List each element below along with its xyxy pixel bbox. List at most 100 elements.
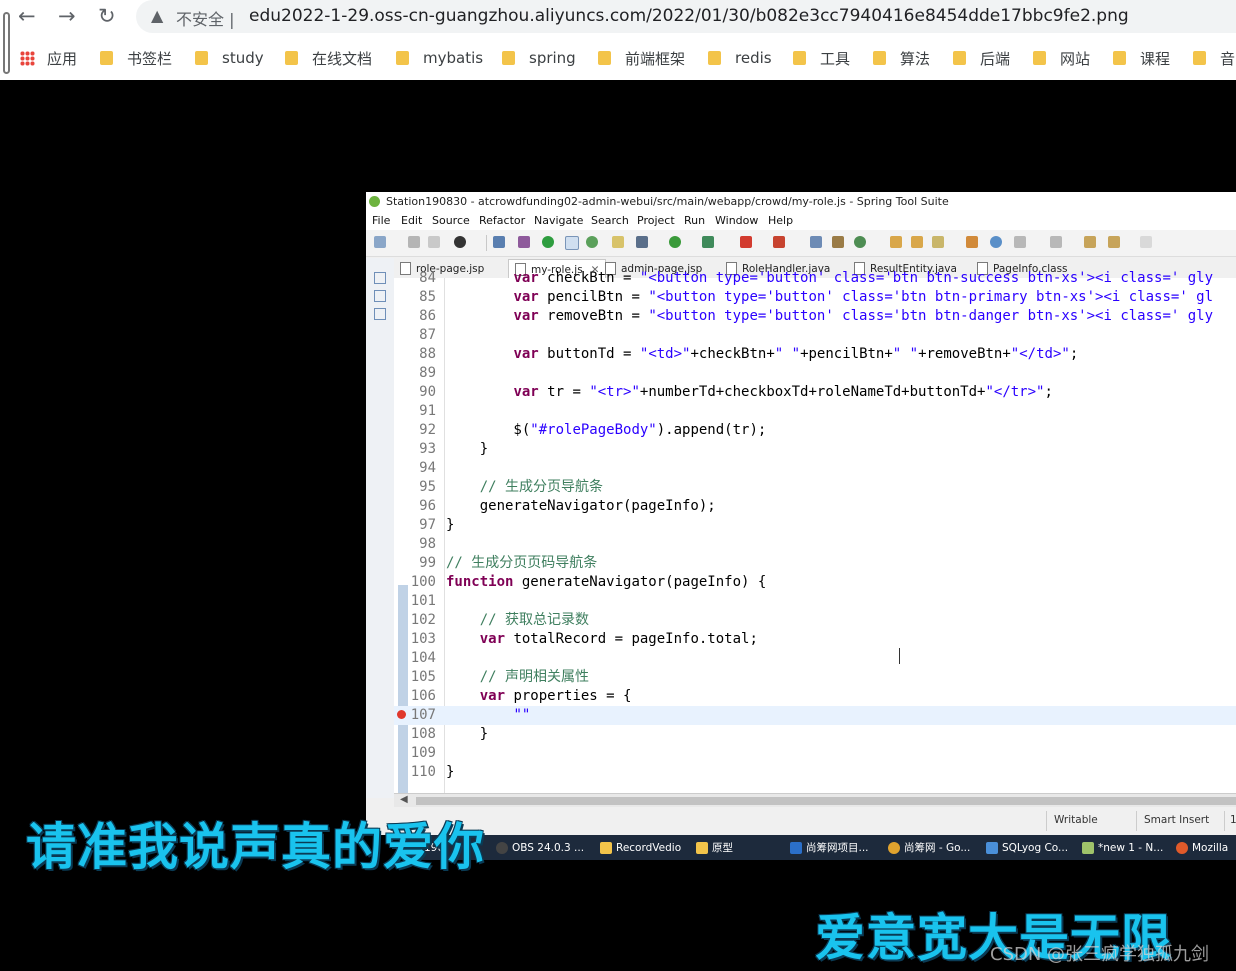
code-line[interactable]: 85 var pencilBtn = "<button type='button…	[394, 288, 1236, 307]
code-line[interactable]: 91	[394, 402, 1236, 421]
bookmark-folder[interactable]: 后端	[953, 47, 1010, 69]
code-line[interactable]: 88 var buttonTd = "<td>"+checkBtn+" "+pe…	[394, 345, 1236, 364]
run-icon[interactable]	[669, 236, 681, 248]
hierarchy-icon[interactable]	[374, 308, 386, 320]
taskbar-item[interactable]: 尚筹网项目...	[790, 838, 869, 857]
debug-icon[interactable]	[636, 236, 648, 248]
menu-navigate[interactable]: Navigate	[534, 214, 583, 227]
bookmark-folder[interactable]: study	[195, 47, 264, 69]
forward-arrow-icon[interactable]: →	[58, 4, 76, 28]
code-line[interactable]: 92 $("#rolePageBody").append(tr);	[394, 421, 1236, 440]
url-text[interactable]: edu2022-1-29.oss-cn-guangzhou.aliyuncs.c…	[249, 6, 1129, 26]
menu-edit[interactable]: Edit	[401, 214, 422, 227]
menu-help[interactable]: Help	[768, 214, 793, 227]
code-line[interactable]: 89	[394, 364, 1236, 383]
scrollbar-thumb[interactable]	[416, 797, 1236, 805]
back-icon[interactable]	[1108, 236, 1120, 248]
taskbar-item[interactable]: OBS 24.0.3 ...	[496, 838, 584, 857]
bookmark-folder[interactable]: 前端框架	[598, 47, 685, 69]
bookmark-folder[interactable]: 工具	[793, 47, 850, 69]
taskbar-item[interactable]: *new 1 - N...	[1082, 838, 1163, 857]
code-line[interactable]: 99 // 生成分页页码导航条	[394, 554, 1236, 573]
package-explorer-icon[interactable]	[374, 272, 386, 284]
open-file-icon[interactable]	[911, 236, 923, 248]
menu-window[interactable]: Window	[715, 214, 758, 227]
code-line[interactable]: 86 var removeBtn = "<button type='button…	[394, 307, 1236, 326]
open-folder-icon[interactable]	[890, 236, 902, 248]
code-line[interactable]: 100 function generateNavigator(pageInfo) …	[394, 573, 1236, 592]
code-line[interactable]: 96 generateNavigator(pageInfo);	[394, 497, 1236, 516]
open-type-icon[interactable]	[810, 236, 822, 248]
code-line[interactable]: 97}	[394, 516, 1236, 535]
bookmark-folder[interactable]: spring	[502, 47, 576, 69]
bookmark-apps[interactable]: 应用	[20, 47, 77, 69]
bookmark-folder[interactable]: 课程	[1113, 47, 1170, 69]
code-line[interactable]: 102 // 获取总记录数	[394, 611, 1236, 630]
taskbar-item[interactable]: Mozilla	[1176, 838, 1228, 857]
last-edit-icon[interactable]	[1084, 236, 1096, 248]
taskbar-item[interactable]: SQLyog Co...	[986, 838, 1068, 857]
new-icon[interactable]	[374, 236, 386, 248]
code-line[interactable]: 101	[394, 592, 1236, 611]
stop-icon[interactable]	[740, 236, 752, 248]
pin-icon[interactable]	[518, 236, 530, 248]
forward-icon[interactable]	[1140, 236, 1152, 248]
code-line[interactable]: 107 ""	[394, 706, 1236, 725]
server-icon[interactable]	[542, 236, 554, 248]
code-line[interactable]: 103 var totalRecord = pageInfo.total;	[394, 630, 1236, 649]
toggle-icon[interactable]	[565, 236, 579, 250]
next-annotation-icon[interactable]	[1014, 236, 1026, 248]
menu-file[interactable]: File	[372, 214, 390, 227]
refresh-icon[interactable]	[854, 236, 866, 248]
horizontal-scrollbar[interactable]: ◀	[394, 793, 1236, 808]
menu-run[interactable]: Run	[684, 214, 705, 227]
code-line[interactable]: 94	[394, 459, 1236, 478]
bookmark-folder[interactable]: 算法	[873, 47, 930, 69]
code-line[interactable]: 84 var checkBtn = "<button type='button'…	[394, 269, 1236, 288]
bookmark-folder[interactable]: redis	[708, 47, 772, 69]
bookmark-folder[interactable]: mybatis	[396, 47, 483, 69]
menu-source[interactable]: Source	[432, 214, 470, 227]
save-icon[interactable]	[408, 236, 420, 248]
back-arrow-icon[interactable]: ←	[18, 4, 36, 28]
menu-refactor[interactable]: Refactor	[479, 214, 525, 227]
code-editor[interactable]: 84 var checkBtn = "<button type='button'…	[394, 270, 1236, 793]
boot-dashboard-icon[interactable]	[586, 236, 598, 248]
code-line[interactable]: 95 // 生成分页导航条	[394, 478, 1236, 497]
task-icon[interactable]	[832, 236, 844, 248]
launch-icon[interactable]	[932, 236, 944, 248]
code-line[interactable]: 104	[394, 649, 1236, 668]
external-tools-icon[interactable]	[773, 236, 785, 248]
reload-icon[interactable]: ↻	[98, 4, 116, 28]
menu-search[interactable]: Search	[591, 214, 629, 227]
code-line[interactable]: 93 }	[394, 440, 1236, 459]
mark-icon[interactable]	[612, 236, 624, 248]
menu-project[interactable]: Project	[637, 214, 675, 227]
coverage-icon[interactable]	[702, 236, 714, 248]
bookmark-folder[interactable]: 音	[1193, 47, 1235, 69]
taskbar-item[interactable]: 原型	[696, 838, 733, 857]
code-line[interactable]: 109	[394, 744, 1236, 763]
taskbar-item[interactable]: RecordVedio	[600, 838, 681, 857]
bookmark-folder[interactable]: 书签栏	[100, 47, 172, 69]
code-line[interactable]: 98	[394, 535, 1236, 554]
bookmark-folder[interactable]: 网站	[1033, 47, 1090, 69]
git-icon[interactable]	[454, 236, 466, 248]
prev-annotation-icon[interactable]	[1050, 236, 1062, 248]
code-line[interactable]: 90 var tr = "<tr>"+numberTd+checkboxTd+r…	[394, 383, 1236, 402]
sqlyog-icon	[986, 841, 998, 854]
address-bar[interactable]: ▲ 不安全 | edu2022-1-29.oss-cn-guangzhou.al…	[136, 0, 1236, 33]
taskbar-item[interactable]: 尚筹网 - Go...	[888, 838, 970, 857]
code-line[interactable]: 106 var properties = {	[394, 687, 1236, 706]
outline-icon[interactable]	[374, 290, 386, 302]
console-icon[interactable]	[493, 236, 505, 248]
bookmark-folder[interactable]: 在线文档	[285, 47, 372, 69]
code-line[interactable]: 87	[394, 326, 1236, 345]
code-line[interactable]: 105 // 声明相关属性	[394, 668, 1236, 687]
code-line[interactable]: 110}	[394, 763, 1236, 782]
code-line[interactable]: 108 }	[394, 725, 1236, 744]
save-all-icon[interactable]	[428, 236, 440, 248]
bag-icon[interactable]	[966, 236, 978, 248]
globe-icon[interactable]	[990, 236, 1002, 248]
scroll-left-icon[interactable]: ◀	[400, 794, 408, 805]
